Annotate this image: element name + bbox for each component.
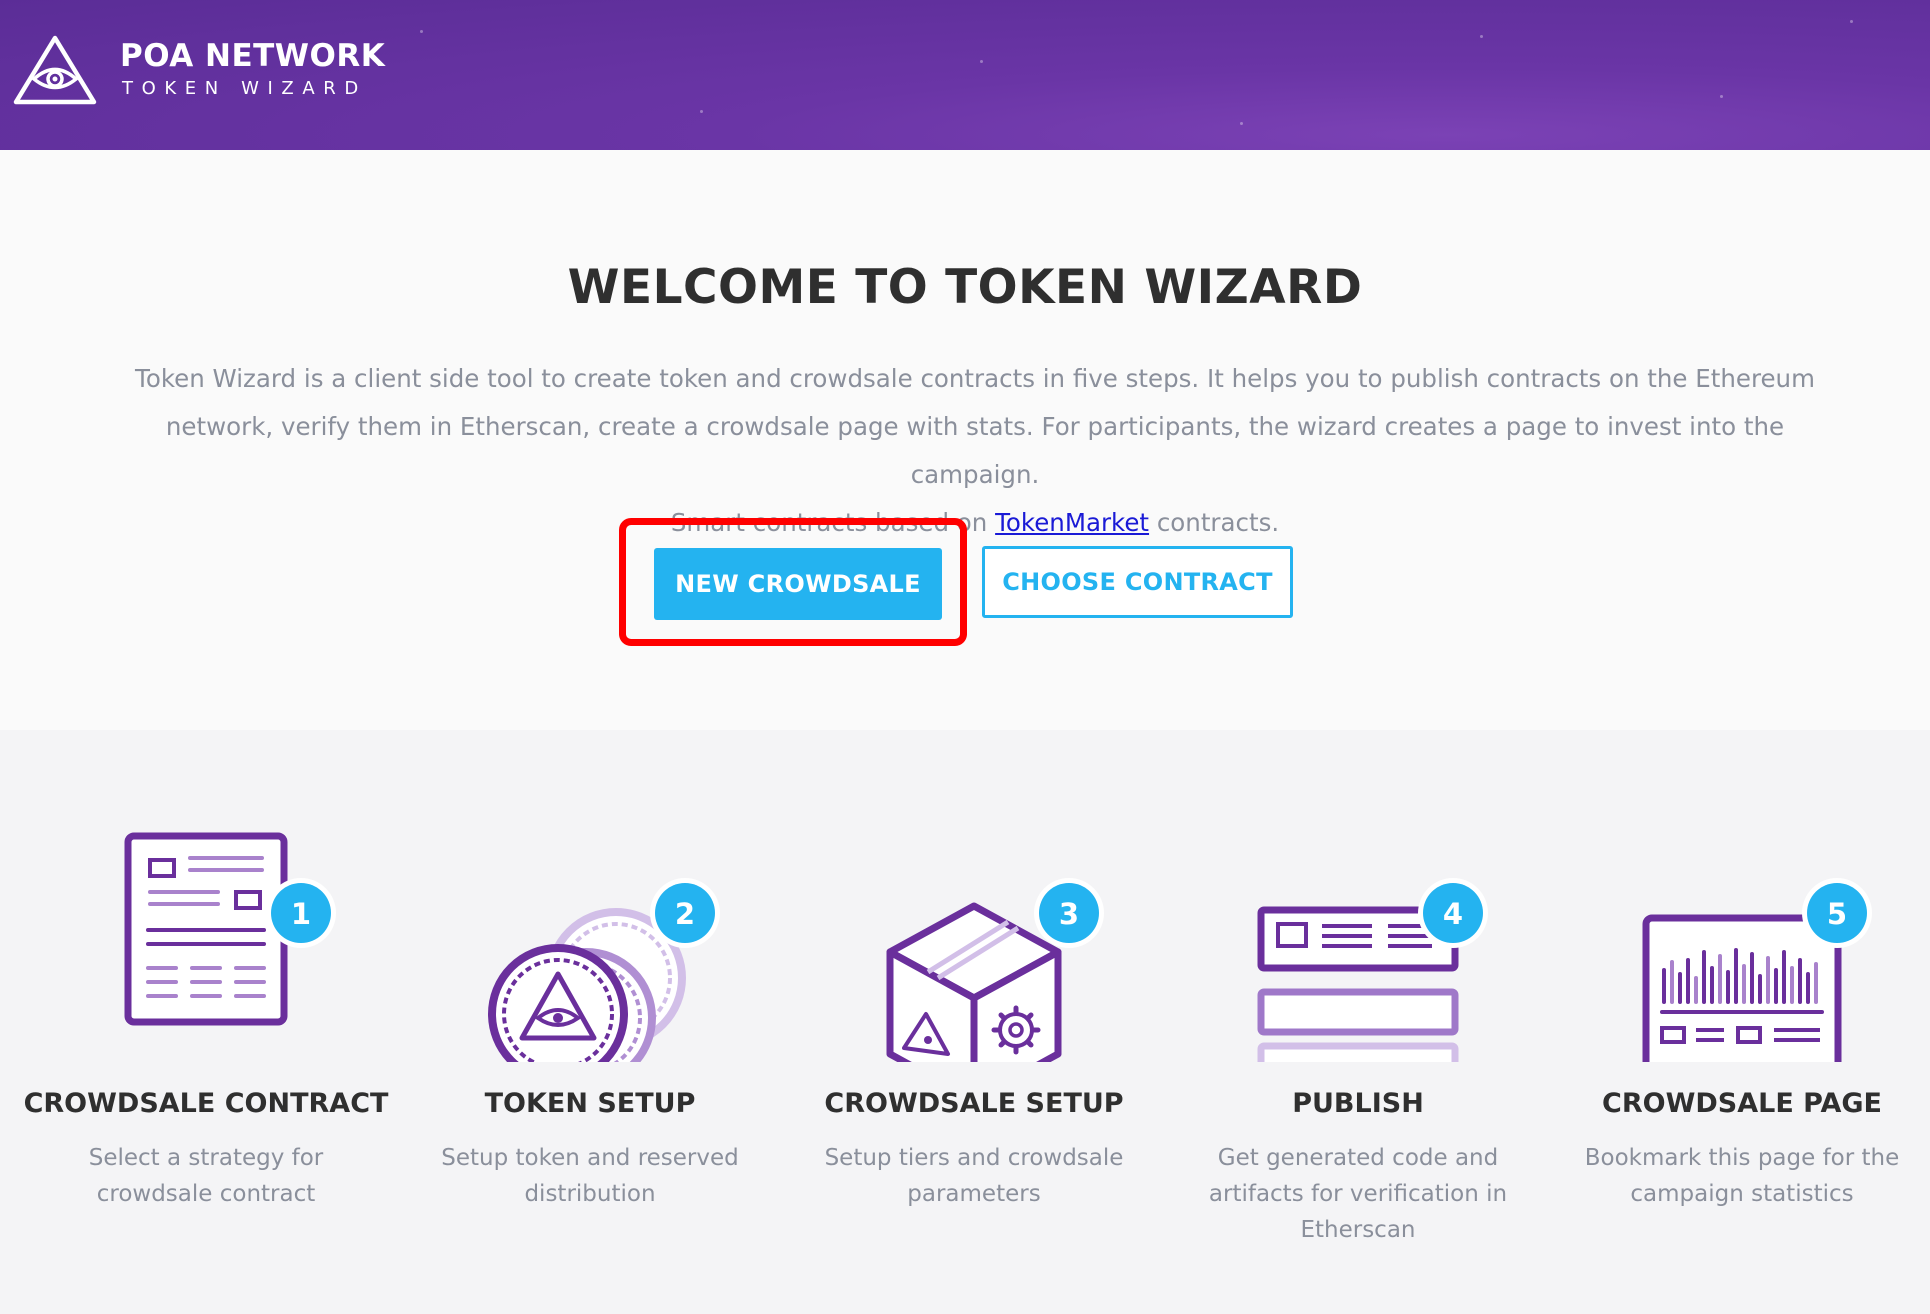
step-crowdsale-page: 5 CROWDSALE PAGE Bookmark this page for … [1550,730,1930,1314]
header-star [980,60,983,63]
step-title: TOKEN SETUP [484,1088,696,1119]
header-star [420,30,423,33]
top-header: POA NETWORK TOKEN WIZARD [0,0,1930,150]
step-publish: 4 PUBLISH Get generated code and artifac… [1166,730,1550,1314]
step-token-setup: 2 TOKEN SETUP Setup token and reserved d… [398,730,782,1314]
header-star [1240,122,1243,125]
description-line-1: Token Wizard is a client side tool to cr… [135,364,1815,393]
tokenmarket-link[interactable]: TokenMarket [995,508,1149,537]
welcome-description: Token Wizard is a client side tool to cr… [110,355,1840,547]
step-number-badge: 2 [675,897,695,931]
header-star [700,110,703,113]
step-number-badge: 5 [1827,897,1847,931]
step-title: PUBLISH [1292,1088,1424,1119]
step-description: Setup tiers and crowdsale parameters [824,1145,1124,1207]
header-star [1480,35,1483,38]
new-crowdsale-button[interactable]: NEW CROWDSALE [654,548,942,620]
step-number-badge: 1 [291,897,311,931]
step-crowdsale-contract: 1 CROWDSALE CONTRACT Select a strategy f… [14,730,398,1314]
step-title: CROWDSALE PAGE [1602,1088,1882,1119]
coins-icon: 2 [488,878,720,1062]
description-text: contracts. [1149,508,1280,537]
brand-subtitle[interactable]: TOKEN WIZARD [122,78,367,99]
step-description: Bookmark this page for the campaign stat… [1584,1145,1900,1207]
header-star [1850,20,1853,23]
step-description: Setup token and reserved distribution [441,1145,739,1207]
step-crowdsale-setup: 3 CROWDSALE SETUP Setup tiers and crowds… [782,730,1166,1314]
step-number-badge: 4 [1443,897,1463,931]
step-title: CROWDSALE CONTRACT [23,1088,389,1119]
box-icon: 3 [886,878,1104,1062]
step-description: Select a strategy for crowdsale contract [88,1145,324,1207]
brand-name[interactable]: POA NETWORK [120,38,385,74]
document-icon: 1 [124,832,336,1026]
welcome-section: WELCOME TO TOKEN WIZARD Token Wizard is … [0,150,1930,730]
step-title: CROWDSALE SETUP [824,1088,1124,1119]
step-number-badge: 3 [1059,897,1079,931]
choose-contract-button[interactable]: CHOOSE CONTRACT [982,546,1293,618]
description-line-3: Smart contracts based on TokenMarket con… [110,499,1840,547]
header-star [1720,95,1723,98]
publish-icon: 4 [1257,878,1488,1062]
description-line-2: network, verify them in Etherscan, creat… [165,412,1785,489]
page-stats-icon: 5 [1642,878,1872,1062]
poa-eye-triangle-icon[interactable] [12,34,98,106]
steps-section: 1 CROWDSALE CONTRACT Select a strategy f… [0,730,1930,1314]
page-title: WELCOME TO TOKEN WIZARD [567,260,1363,315]
step-description: Get generated code and artifacts for ver… [1208,1145,1508,1243]
